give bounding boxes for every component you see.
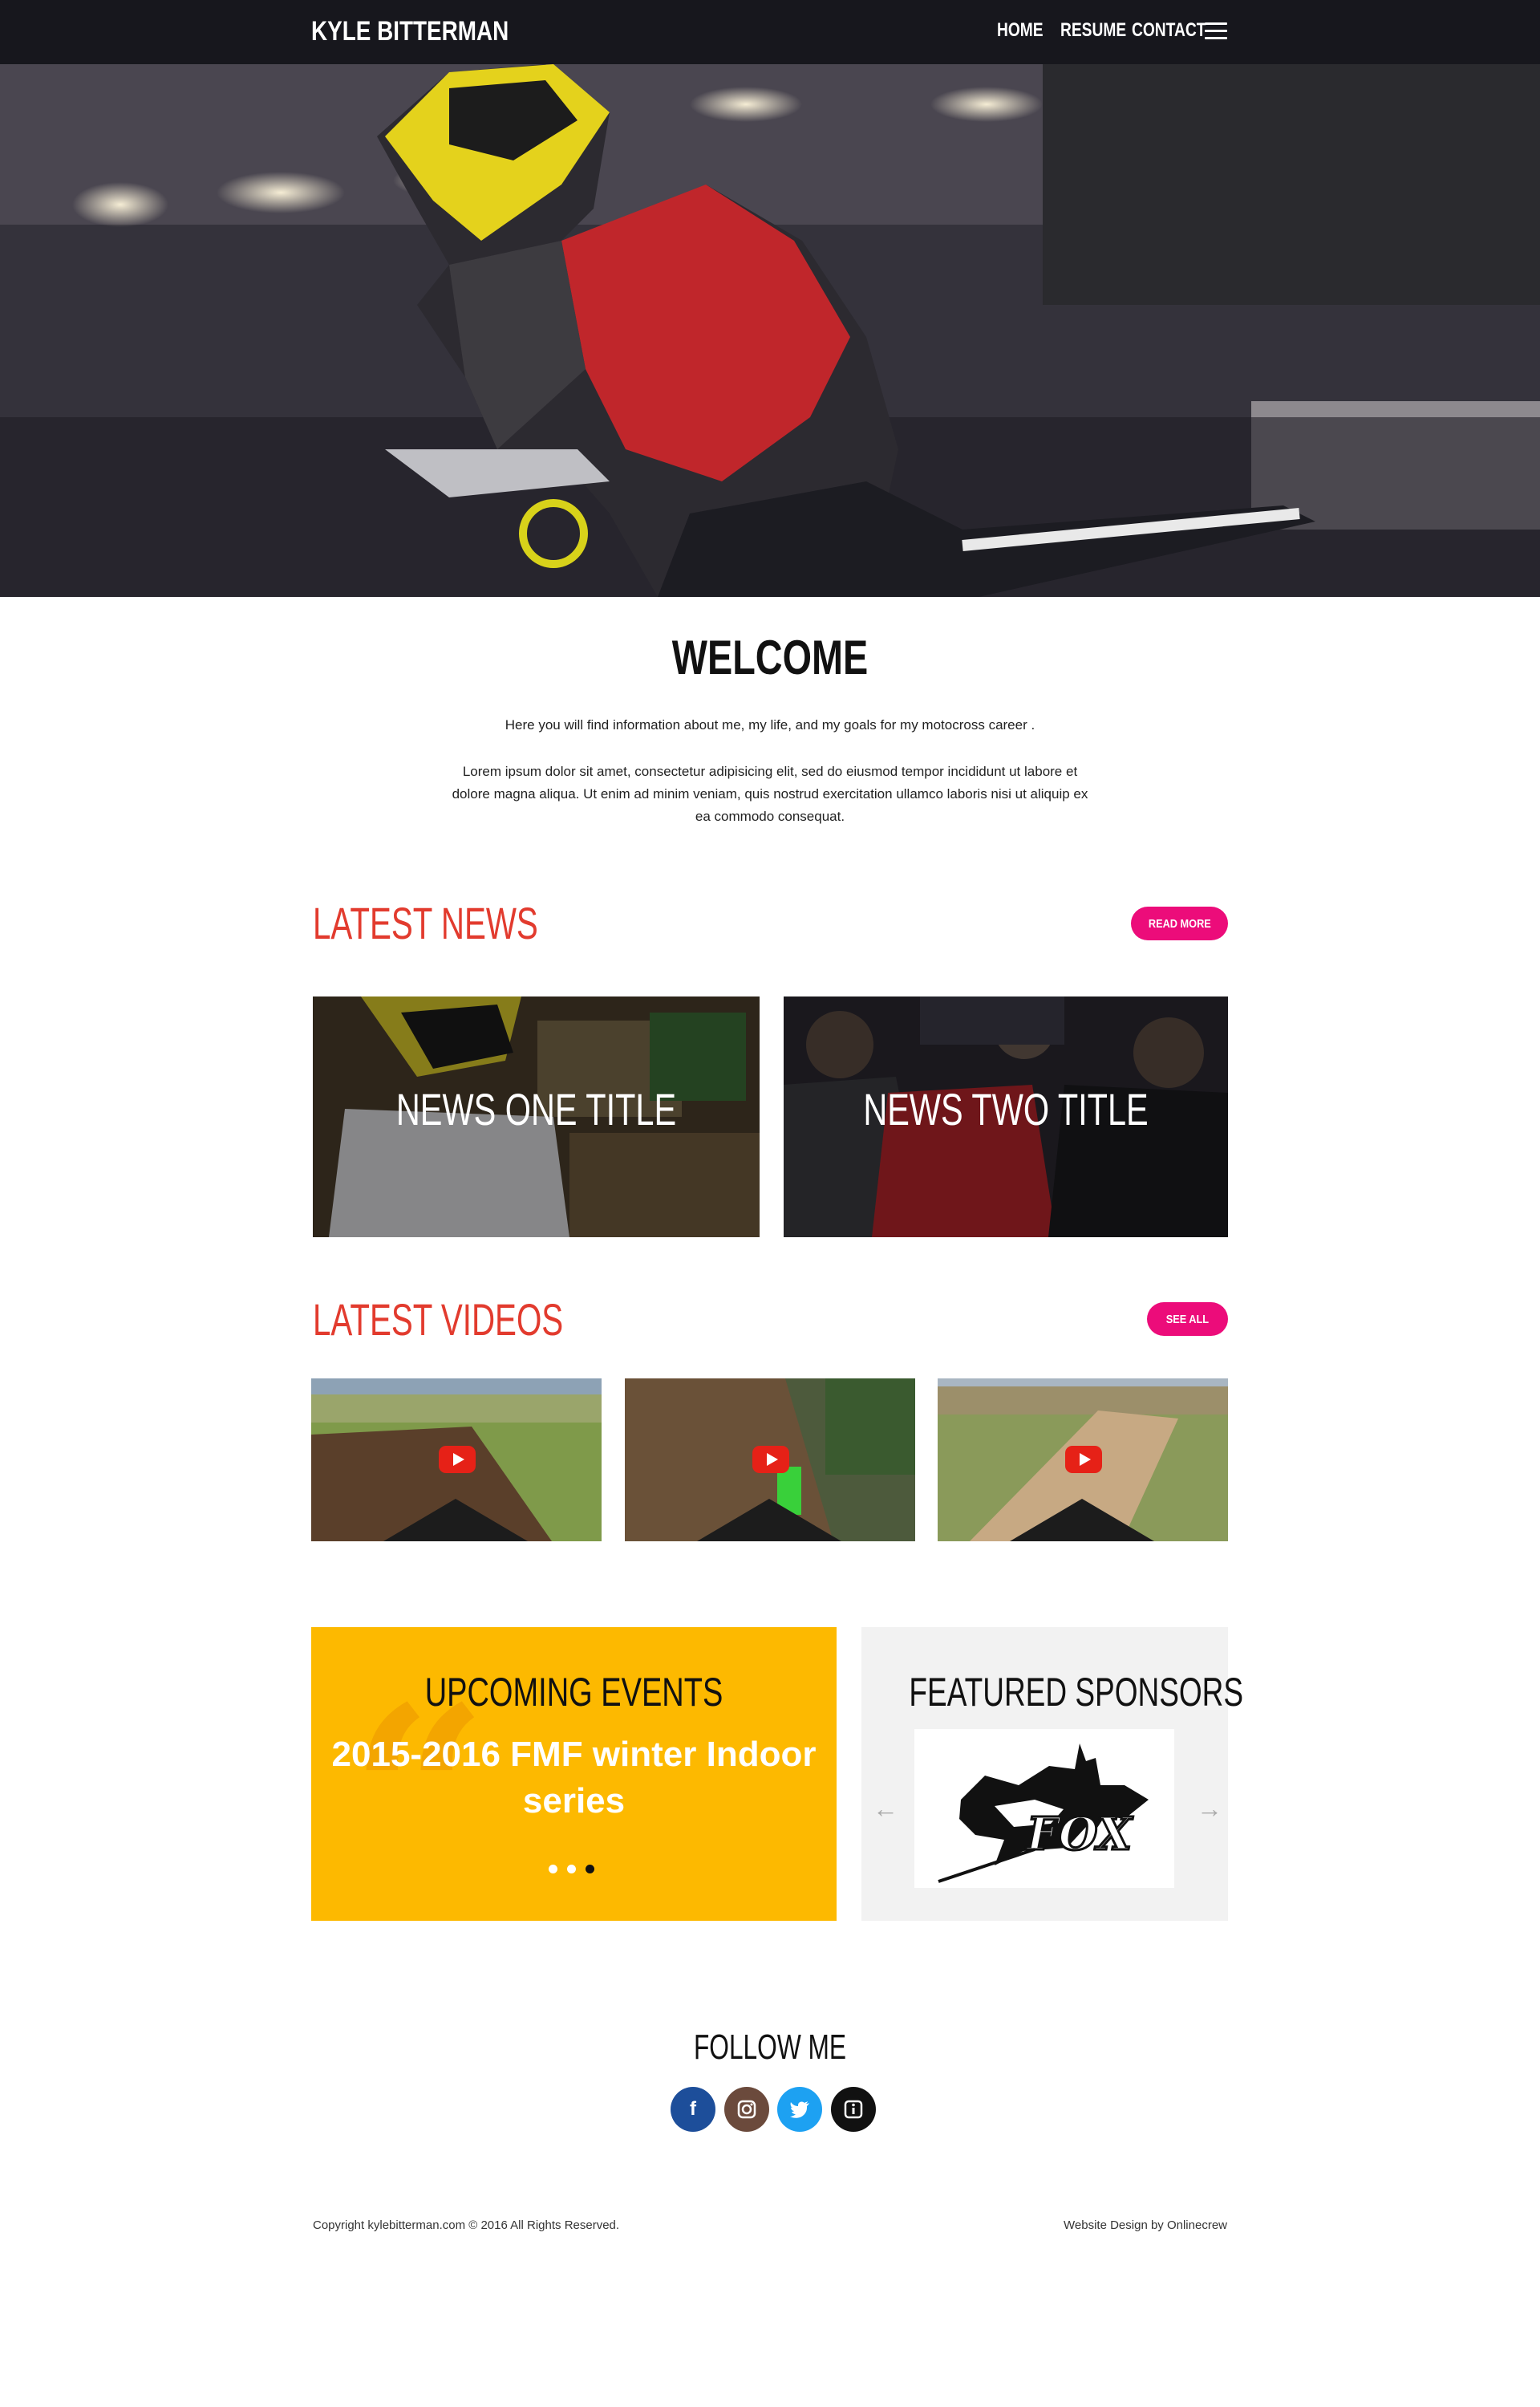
play-icon[interactable] — [439, 1446, 476, 1473]
see-all-label: SEE ALL — [1165, 1312, 1210, 1326]
menu-icon[interactable] — [1205, 22, 1227, 40]
upcoming-events-panel: “ UPCOMING EVENTS 2015-2016 FMF winter I… — [311, 1627, 837, 1921]
instagram-icon[interactable] — [724, 2087, 769, 2132]
nav-contact-link[interactable]: CONTACT — [1132, 19, 1206, 42]
video-thumbnail-two[interactable] — [625, 1378, 915, 1541]
upcoming-events-title: UPCOMING EVENTS — [424, 1670, 723, 1715]
hero-banner: KYLE BITTERMAN HOME RESUME CONTACT — [0, 0, 1540, 597]
play-icon[interactable] — [1065, 1446, 1102, 1473]
featured-sponsors-panel: FEATURED SPONSORS ← FOX → — [861, 1627, 1244, 1921]
see-all-button[interactable]: SEE ALL — [1147, 1302, 1228, 1336]
carousel-dot[interactable] — [549, 1865, 557, 1873]
featured-sponsors-title: FEATURED SPONSORS — [909, 1670, 1244, 1715]
latest-news-title: LATEST NEWS — [313, 898, 538, 948]
arrow-right-icon[interactable]: → — [1197, 1794, 1222, 1824]
play-icon[interactable] — [752, 1446, 789, 1473]
follow-me-title: FOLLOW ME — [693, 2027, 847, 2067]
arrow-left-icon[interactable]: ← — [873, 1794, 898, 1824]
footer-design-credit[interactable]: Website Design by Onlinecrew — [1064, 2218, 1227, 2232]
info-icon[interactable] — [831, 2087, 876, 2132]
sponsor-logo[interactable]: FOX — [914, 1729, 1174, 1888]
read-more-button[interactable]: READ MORE — [1131, 907, 1228, 940]
welcome-body-text: Lorem ipsum dolor sit amet, consectetur … — [452, 764, 1088, 824]
news-card-two[interactable]: NEWS TWO TITLE — [784, 996, 1228, 1237]
upcoming-event-text: 2015-2016 FMF winter Indoor series — [331, 1735, 817, 1820]
carousel-dot-active[interactable] — [586, 1865, 594, 1873]
fox-logo-icon: FOX — [938, 1743, 1149, 1883]
fox-logo-text: FOX — [1025, 1808, 1134, 1861]
news-one-title: NEWS ONE TITLE — [395, 1084, 677, 1134]
video-thumbnail-one[interactable] — [311, 1378, 602, 1541]
carousel-dots — [549, 1865, 594, 1873]
news-card-one[interactable]: NEWS ONE TITLE — [313, 996, 760, 1237]
welcome-title: WELCOME — [671, 631, 869, 684]
top-navigation-bar — [0, 0, 1540, 64]
site-brand[interactable]: KYLE BITTERMAN — [311, 16, 509, 47]
footer-copyright: Copyright kylebitterman.com © 2016 All R… — [313, 2218, 620, 2232]
nav-home-link[interactable]: HOME — [997, 19, 1044, 42]
video-thumbnail-three[interactable] — [938, 1378, 1228, 1541]
carousel-dot[interactable] — [567, 1865, 576, 1873]
facebook-icon[interactable]: f — [671, 2087, 715, 2132]
twitter-icon[interactable] — [777, 2087, 822, 2132]
read-more-label: READ MORE — [1148, 916, 1211, 931]
welcome-intro-text: Here you will find information about me,… — [505, 717, 1035, 733]
hero-rider-image — [0, 0, 1540, 597]
nav-resume-link[interactable]: RESUME — [1060, 19, 1126, 42]
news-two-title: NEWS TWO TITLE — [863, 1084, 1149, 1134]
latest-videos-title: LATEST VIDEOS — [313, 1294, 564, 1345]
